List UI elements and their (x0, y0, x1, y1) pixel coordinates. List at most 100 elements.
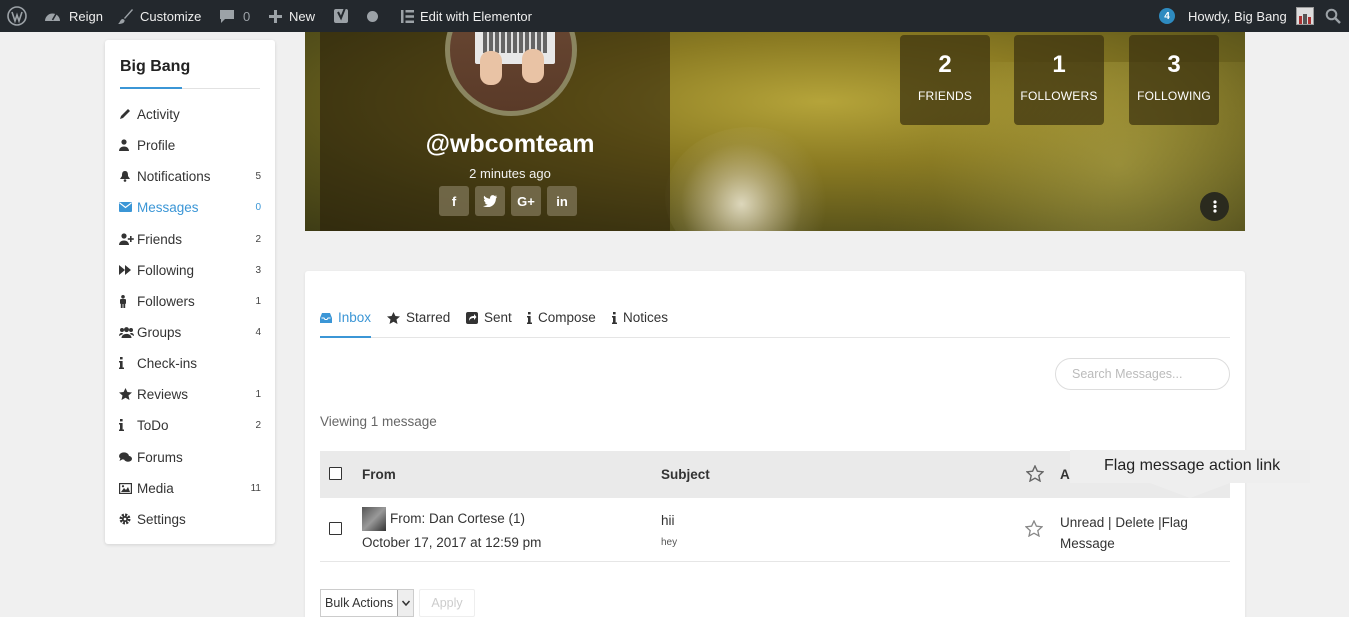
users-icon (119, 326, 137, 338)
bell-icon (119, 170, 137, 182)
star-message-icon[interactable] (1025, 520, 1043, 537)
sidebar-divider-accent (120, 87, 182, 89)
message-subject[interactable]: hii (661, 513, 675, 528)
tab-inbox[interactable]: Inbox (320, 307, 372, 338)
messages-tabs: Inbox Starred Sent Compose Notices (320, 307, 1230, 338)
comments-icon (119, 451, 137, 463)
tooltip: Flag message action link (1070, 450, 1310, 483)
twitter-icon[interactable] (475, 186, 505, 216)
tab-compose[interactable]: Compose (527, 307, 596, 338)
dashboard-icon (45, 13, 60, 21)
bulk-actions-select[interactable]: Bulk Actions (320, 589, 414, 617)
brush-icon (118, 8, 133, 24)
buddypress-notifications-link[interactable]: 4 (1159, 0, 1175, 32)
sidebar-item-notifications[interactable]: Notifications 5 (119, 166, 261, 186)
admin-bar: Reign Customize 0 New Edit with Elemento… (0, 0, 1349, 32)
delete-link[interactable]: Delete (1115, 515, 1154, 530)
sidebar-item-followers[interactable]: Followers 1 (119, 291, 261, 311)
stat-friends[interactable]: 2 FRIENDS (900, 35, 990, 125)
sender-avatar[interactable] (362, 507, 386, 531)
stat-followers[interactable]: 1 FOLLOWERS (1014, 35, 1104, 125)
linkedin-icon[interactable]: in (547, 186, 577, 216)
select-all-checkbox[interactable] (329, 467, 342, 480)
profile-username: @wbcomteam (425, 130, 595, 158)
search-icon[interactable] (1325, 0, 1341, 32)
sidebar-item-reviews[interactable]: Reviews 1 (119, 384, 261, 404)
image-icon (119, 482, 137, 494)
yoast-seo-link[interactable] (333, 0, 378, 32)
elementor-icon (401, 9, 414, 23)
mark-unread-link[interactable]: Unread (1060, 515, 1104, 530)
stat-following[interactable]: 3 FOLLOWING (1129, 35, 1219, 125)
sidebar-item-profile[interactable]: Profile (119, 135, 261, 155)
sidebar-item-media[interactable]: Media 11 (119, 478, 261, 498)
star-icon (387, 312, 400, 324)
star-outline-icon (1026, 465, 1044, 482)
column-from: From (362, 467, 396, 482)
gear-icon (119, 513, 137, 525)
sender-name[interactable]: From: Dan Cortese (1) (390, 511, 525, 526)
site-name-link[interactable]: Reign (44, 0, 103, 32)
facebook-icon[interactable]: f (439, 186, 469, 216)
customize-link[interactable]: Customize (117, 0, 201, 32)
notification-count-badge: 4 (1159, 8, 1175, 24)
info-icon (527, 312, 532, 324)
edit-with-elementor-link[interactable]: Edit with Elementor (401, 0, 532, 32)
pencil-icon (119, 108, 137, 120)
info-icon (119, 419, 137, 431)
cover-dandelion (665, 127, 835, 231)
sidebar-item-activity[interactable]: Activity (119, 104, 261, 124)
message-excerpt: hey (661, 537, 678, 548)
sidebar-item-todo[interactable]: ToDo 2 (119, 415, 261, 435)
wordpress-logo-icon[interactable] (7, 0, 27, 32)
sidebar-item-settings[interactable]: Settings (119, 509, 261, 529)
sidebar-item-check-ins[interactable]: Check-ins (119, 353, 261, 373)
row-checkbox[interactable] (329, 522, 342, 535)
sidebar-item-friends[interactable]: Friends 2 (119, 229, 261, 249)
profile-avatar[interactable] (445, 32, 577, 116)
my-account-link[interactable]: Howdy, Big Bang (1188, 0, 1314, 32)
sidebar-item-messages[interactable]: Messages 0 (119, 197, 261, 217)
comment-icon (220, 9, 234, 23)
viewing-count: Viewing 1 message (320, 414, 437, 429)
new-content-link[interactable]: New (268, 0, 315, 32)
user-icon (119, 139, 137, 151)
search-messages-input[interactable]: Search Messages... (1055, 358, 1230, 390)
yoast-icon (334, 7, 348, 23)
sidebar-item-groups[interactable]: Groups 4 (119, 322, 261, 342)
tooltip-tail (1150, 483, 1230, 498)
last-active: 2 minutes ago (469, 166, 551, 181)
apply-button[interactable]: Apply (419, 589, 475, 617)
envelope-icon (119, 202, 137, 212)
inbox-icon (320, 313, 332, 323)
user-avatar-small (1295, 7, 1314, 25)
table-row[interactable]: From: Dan Cortese (1) October 17, 2017 a… (320, 498, 1230, 562)
fast-forward-icon (119, 265, 137, 275)
comments-link[interactable]: 0 (219, 0, 250, 32)
row-actions: Unread | Delete |Flag Message (1060, 515, 1188, 551)
chevron-down-icon (397, 590, 413, 616)
vertical-dots-icon (1212, 200, 1217, 213)
message-date: October 17, 2017 at 12:59 pm (362, 535, 542, 550)
plus-icon (269, 9, 282, 23)
sidebar-item-forums[interactable]: Forums (119, 447, 261, 467)
info-icon (119, 357, 137, 369)
share-icon (466, 312, 478, 324)
messages-panel: Inbox Starred Sent Compose Notices Searc… (305, 271, 1245, 617)
seo-status-dot-icon (367, 10, 378, 22)
star-icon (119, 388, 137, 400)
google-plus-icon[interactable]: G+ (511, 186, 541, 216)
tab-sent[interactable]: Sent (466, 307, 512, 338)
profile-sidebar-nav: Big Bang Activity Profile Notifications … (105, 40, 275, 544)
column-subject: Subject (661, 467, 710, 482)
profile-cover: @wbcomteam 2 minutes ago f G+ in 2 FRIEN… (305, 32, 1245, 231)
sidebar-item-following[interactable]: Following 3 (119, 260, 261, 280)
tab-notices[interactable]: Notices (612, 307, 668, 338)
profile-header-overlay: @wbcomteam 2 minutes ago f G+ in (320, 32, 670, 231)
tab-starred[interactable]: Starred (387, 307, 450, 338)
more-options-button[interactable] (1200, 192, 1229, 221)
info-icon (612, 312, 617, 324)
user-plus-icon (119, 233, 137, 245)
person-icon (119, 294, 137, 308)
sidebar-title: Big Bang (120, 58, 191, 75)
